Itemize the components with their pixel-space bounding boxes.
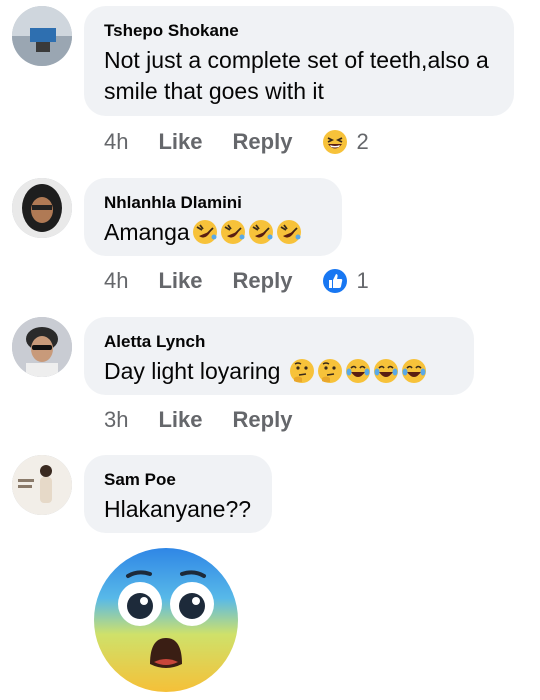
comment-actions: 3h Like Reply: [104, 405, 322, 435]
reaction-summary[interactable]: 1: [322, 266, 369, 296]
grinning-squinting-icon: [322, 129, 348, 155]
comment-actions: 4h Like Reply 2: [104, 127, 369, 157]
comment-text-line: Amanga: [104, 217, 322, 248]
comment-text: Not just a complete set of teeth,also a …: [104, 47, 489, 104]
reaction-count: 2: [356, 129, 369, 154]
like-button[interactable]: Like: [158, 266, 202, 296]
fearful-face-emoji: [92, 546, 240, 694]
comment-actions: 4h Like Reply 1: [104, 266, 369, 296]
author-name[interactable]: Sam Poe: [104, 469, 252, 491]
avatar-photo: [12, 6, 72, 66]
author-name[interactable]: Aletta Lynch: [104, 331, 454, 353]
comment-bubble: Tshepo Shokane Not just a complete set o…: [84, 6, 514, 116]
tears-of-joy-icon: [401, 358, 427, 384]
tears-of-joy-icon: [345, 358, 371, 384]
avatar[interactable]: [12, 455, 72, 515]
timestamp[interactable]: 4h: [104, 266, 128, 296]
reaction-summary[interactable]: 2: [322, 127, 369, 157]
rolling-on-floor-laughing-icon: [276, 219, 302, 245]
comment-bubble: Nhlanhla Dlamini Amanga: [84, 178, 342, 256]
author-name[interactable]: Nhlanhla Dlamini: [104, 192, 322, 214]
avatar-photo: [12, 317, 72, 377]
avatar-photo: [12, 455, 72, 515]
avatar[interactable]: [12, 6, 72, 66]
rolling-on-floor-laughing-icon: [192, 219, 218, 245]
avatar[interactable]: [12, 317, 72, 377]
avatar-photo: [12, 178, 72, 238]
like-button[interactable]: Like: [158, 405, 202, 435]
tears-of-joy-icon: [373, 358, 399, 384]
reply-button[interactable]: Reply: [233, 266, 293, 296]
comment-text-line: Day light loyaring: [104, 356, 454, 387]
comment-text: Amanga: [104, 219, 190, 245]
timestamp[interactable]: 4h: [104, 127, 128, 157]
comment-bubble: Sam Poe Hlakanyane??: [84, 455, 272, 533]
like-thumbs-up-icon: [322, 268, 348, 294]
comment-text: Hlakanyane??: [104, 496, 252, 522]
avatar[interactable]: [12, 178, 72, 238]
thinking-face-icon: [317, 358, 343, 384]
reaction-count: 1: [356, 268, 369, 293]
like-button[interactable]: Like: [158, 127, 202, 157]
timestamp[interactable]: 3h: [104, 405, 128, 435]
thinking-face-icon: [289, 358, 315, 384]
rolling-on-floor-laughing-icon: [220, 219, 246, 245]
reply-button[interactable]: Reply: [233, 405, 293, 435]
reply-button[interactable]: Reply: [233, 127, 293, 157]
author-name[interactable]: Tshepo Shokane: [104, 20, 494, 42]
rolling-on-floor-laughing-icon: [248, 219, 274, 245]
comment-text: Day light loyaring: [104, 358, 281, 384]
comment-bubble: Aletta Lynch Day light loyaring: [84, 317, 474, 395]
